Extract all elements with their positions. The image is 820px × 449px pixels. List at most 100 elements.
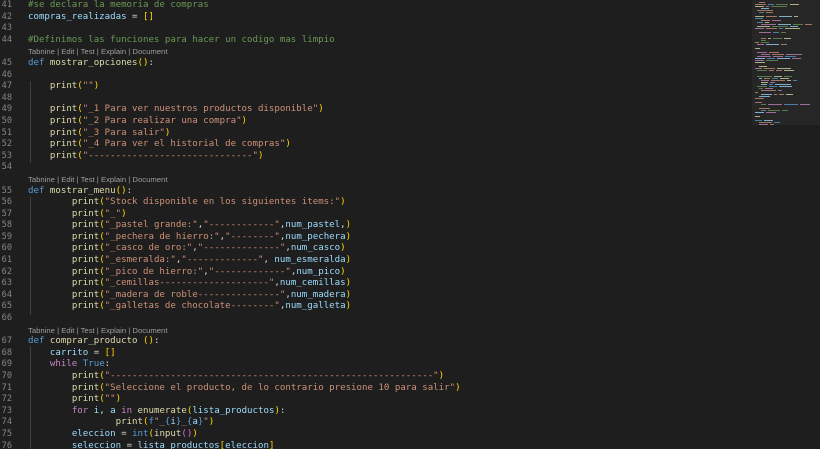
code-text[interactable]: print("Seleccione el producto, de lo con… <box>28 383 461 395</box>
code-token: num_pico <box>296 266 341 277</box>
minimap-line <box>759 96 770 97</box>
code-lens-row: Tabnine | Edit | Test | Explain | Docume… <box>0 46 752 58</box>
code-text[interactable]: def mostrar_menu(): <box>28 186 132 198</box>
code-token: "-------------" <box>181 255 264 266</box>
code-text[interactable]: #se declara la memoria de compras <box>28 0 209 12</box>
code-line: 64 print("_madera de roble--------------… <box>0 290 752 302</box>
code-token: ) <box>241 115 248 126</box>
code-line: 72 print("") <box>0 394 752 406</box>
code-token: "Seleccione el producto, de lo contrario… <box>104 382 456 393</box>
code-text[interactable]: print("_4 Para ver el historial de compr… <box>28 139 291 151</box>
code-text[interactable]: for i, a in enumerate(lista_productos): <box>28 405 286 418</box>
code-text[interactable]: eleccion = int(input()) <box>28 429 198 441</box>
code-token: "--------------" <box>197 243 286 254</box>
code-lens-row: Tabnine | Edit | Test | Explain | Docume… <box>0 174 752 186</box>
code-token: = <box>121 440 138 449</box>
minimap-line <box>778 24 791 25</box>
code-text[interactable]: print("_1 Para ver nuestros productos di… <box>28 104 324 116</box>
code-line: 42 compras_realizadas = [] <box>0 12 752 24</box>
line-number: 57 <box>1 208 12 219</box>
code-token: ) <box>257 150 264 161</box>
code-line: 45 def mostrar_opciones(): <box>0 58 752 70</box>
code-text[interactable]: #Definimos las funciones para hacer un c… <box>28 35 335 47</box>
code-token: for <box>71 405 94 416</box>
code-token: ) <box>345 289 352 300</box>
minimap-line <box>772 26 788 27</box>
code-text[interactable]: print("---------------------------------… <box>28 371 444 383</box>
code-text[interactable]: print("_2 Para realizar una compra") <box>28 116 247 128</box>
code-token: mostrar_menu <box>49 185 116 196</box>
code-text[interactable]: def comprar_producto (): <box>28 336 159 348</box>
code-token: ) <box>340 266 346 277</box>
code-token: "_madera de roble---------------" <box>104 289 286 300</box>
code-text[interactable]: print("Stock disponible en los siguiente… <box>28 197 346 209</box>
line-number: 69 <box>1 359 12 370</box>
code-text[interactable]: print("_") <box>28 209 127 221</box>
code-text[interactable]: print("_galletas de chocolate--------",n… <box>28 301 351 313</box>
code-text[interactable]: print("_3 Para salir") <box>28 128 170 140</box>
code-text[interactable]: print("_pastel grande:","------------",n… <box>28 220 351 232</box>
code-line: 56 print("Stock disponible en los siguie… <box>0 197 752 209</box>
code-token: print <box>49 127 78 138</box>
code-line: 54 <box>0 162 752 174</box>
code-token: print <box>115 417 143 428</box>
minimap-line <box>786 54 802 55</box>
line-number: 56 <box>1 197 12 208</box>
line-number: 45 <box>1 57 12 68</box>
minimap-line <box>761 20 770 21</box>
minimap-line <box>755 60 764 61</box>
minimap-line <box>793 24 803 25</box>
minimap-line <box>755 28 764 29</box>
code-token: mostrar_opciones <box>49 57 138 68</box>
code-text[interactable]: while True: <box>28 359 110 371</box>
code-text[interactable]: print("_pico de hierro:","-------------"… <box>28 267 346 279</box>
code-text[interactable]: print("") <box>28 81 99 93</box>
code-text[interactable]: print(f"_{i}_{a}") <box>28 417 215 429</box>
minimap[interactable] <box>752 0 820 449</box>
line-number: 63 <box>1 278 12 289</box>
minimap-line <box>782 110 788 111</box>
code-token: seleccion <box>71 440 122 449</box>
code-text[interactable]: compras_realizadas = [] <box>28 12 154 24</box>
minimap-line <box>761 8 769 9</box>
code-token: () <box>115 185 127 196</box>
code-text[interactable]: print("_cemillas--------------------",nu… <box>28 278 351 290</box>
line-number: 66 <box>1 313 12 324</box>
code-text[interactable]: print("_madera de roble---------------",… <box>28 290 351 302</box>
minimap-line <box>766 28 777 29</box>
minimap-line <box>794 16 798 17</box>
code-text[interactable]: print("_esmeralda:","-------------", num… <box>28 255 351 267</box>
code-line: 43 <box>0 23 752 35</box>
code-editor[interactable]: 41 #se declara la memoria de compras 42 com… <box>0 0 752 449</box>
code-text[interactable]: print("------------------------------") <box>28 150 264 163</box>
code-lens-actions[interactable]: Tabnine | Edit | Test | Explain | Docume… <box>28 325 167 337</box>
code-text[interactable]: seleccion = lista_productos[eleccion] <box>28 440 275 449</box>
line-number: 59 <box>1 231 12 242</box>
minimap-line <box>776 70 782 71</box>
code-token: num_pastel <box>285 220 341 231</box>
code-line: 61 print("_esmeralda:","-------------", … <box>0 255 752 267</box>
code-token: print <box>71 220 100 231</box>
code-text[interactable]: def mostrar_opciones(): <box>28 58 154 70</box>
code-text[interactable]: print("_casco de oro:","--------------",… <box>28 243 346 255</box>
line-number: 52 <box>1 139 12 150</box>
line-number: 68 <box>1 347 12 358</box>
code-text[interactable]: carrito = [] <box>28 348 116 360</box>
code-line: 75 eleccion = int(input()) <box>0 429 752 441</box>
minimap-line <box>757 56 771 57</box>
code-token: ) <box>208 417 215 428</box>
code-line: 76 seleccion = lista_productos[eleccion] <box>0 441 752 449</box>
code-text[interactable]: print("_pechera de hierro:","--------",n… <box>28 232 351 244</box>
code-lens-actions[interactable]: Tabnine | Edit | Test | Explain | Docume… <box>28 46 167 58</box>
code-lens-actions[interactable]: Tabnine | Edit | Test | Explain | Docume… <box>28 174 167 186</box>
code-text[interactable]: print("") <box>28 394 121 406</box>
code-line: 70 print("------------------------------… <box>0 371 752 383</box>
